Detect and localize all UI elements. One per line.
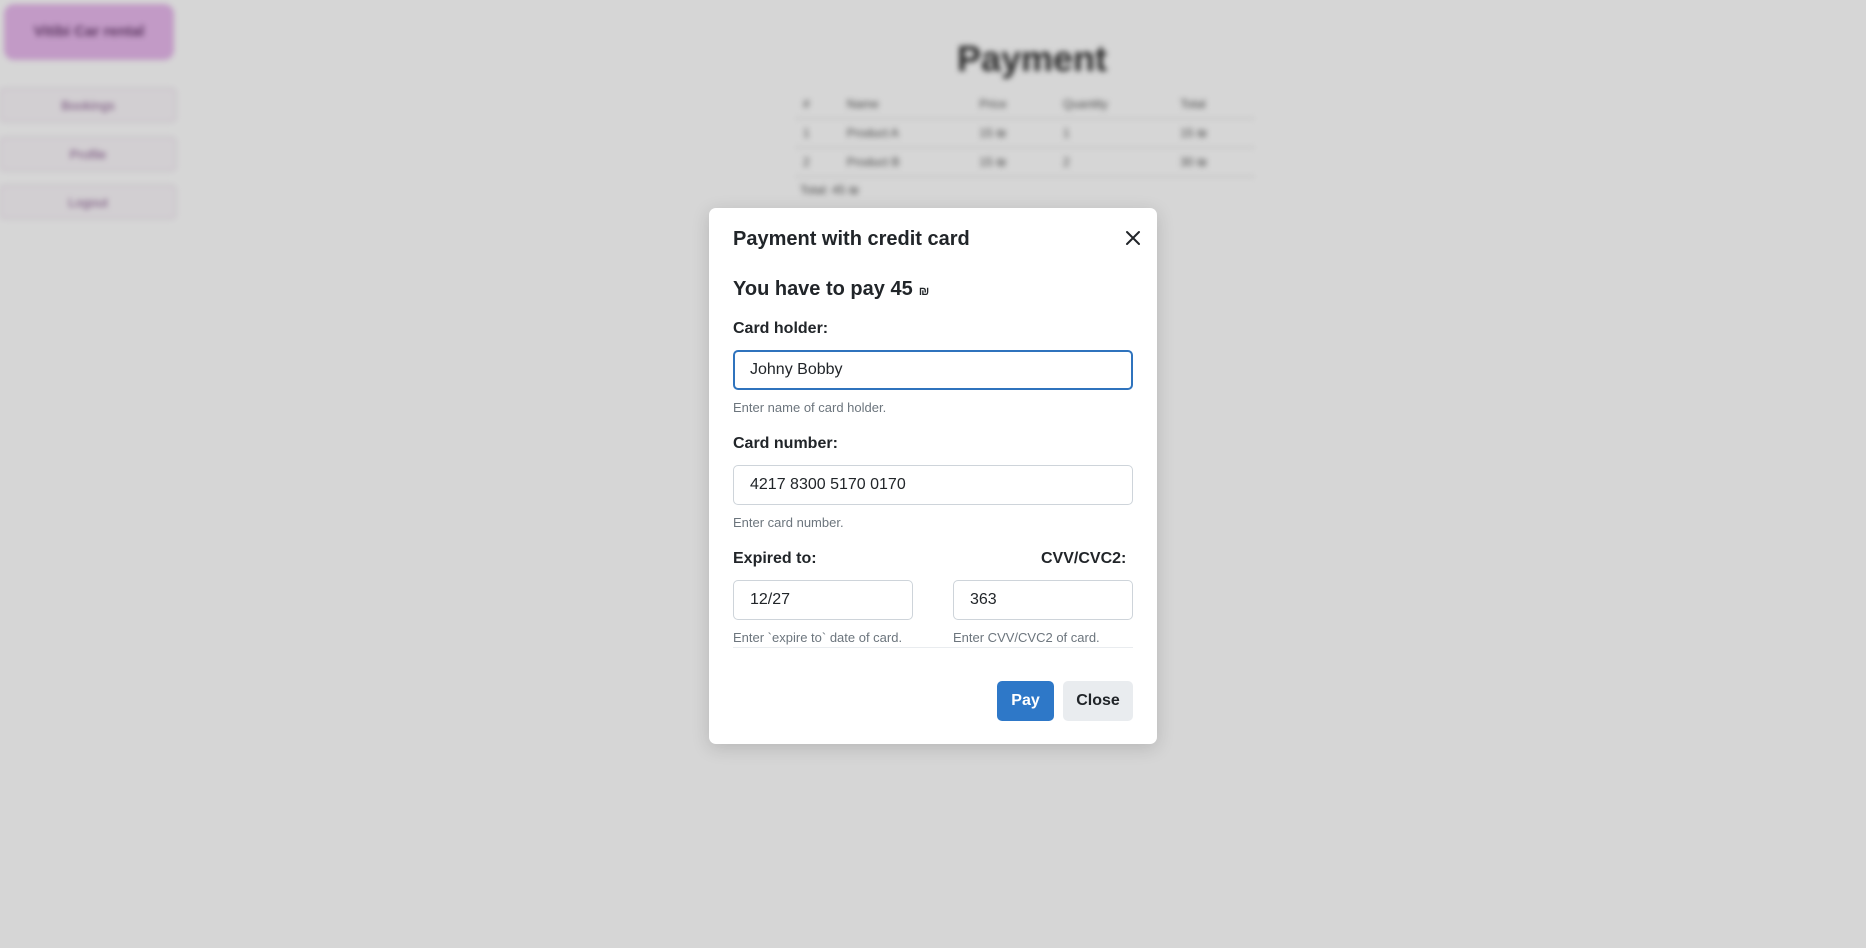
card-holder-label: Card holder:	[733, 320, 829, 337]
close-icon[interactable]	[1119, 224, 1147, 252]
shekel-icon: ₪	[918, 284, 930, 298]
card-number-input[interactable]	[733, 465, 1133, 505]
close-button[interactable]: Close	[1063, 681, 1133, 721]
modal-title: Payment with credit card	[733, 228, 970, 250]
expiry-label: Expired to:	[733, 550, 817, 567]
card-number-label: Card number:	[733, 435, 838, 452]
pay-button[interactable]: Pay	[997, 681, 1054, 721]
expiry-help: Enter `expire to` date of card.	[733, 630, 903, 645]
cvv-input[interactable]	[953, 580, 1133, 620]
payment-modal: Payment with credit card You have to pay…	[709, 208, 1157, 744]
form-divider	[733, 647, 1133, 648]
card-number-help: Enter card number.	[733, 515, 844, 530]
amount-due-text: You have to pay 45	[733, 278, 913, 300]
cvv-label: CVV/CVC2:	[1041, 550, 1127, 567]
card-holder-input[interactable]	[733, 350, 1133, 390]
expiry-input[interactable]	[733, 580, 913, 620]
amount-due-heading: You have to pay 45 ₪	[733, 278, 929, 301]
cvv-help: Enter CVV/CVC2 of card.	[953, 630, 1100, 645]
card-holder-help: Enter name of card holder.	[733, 400, 887, 415]
